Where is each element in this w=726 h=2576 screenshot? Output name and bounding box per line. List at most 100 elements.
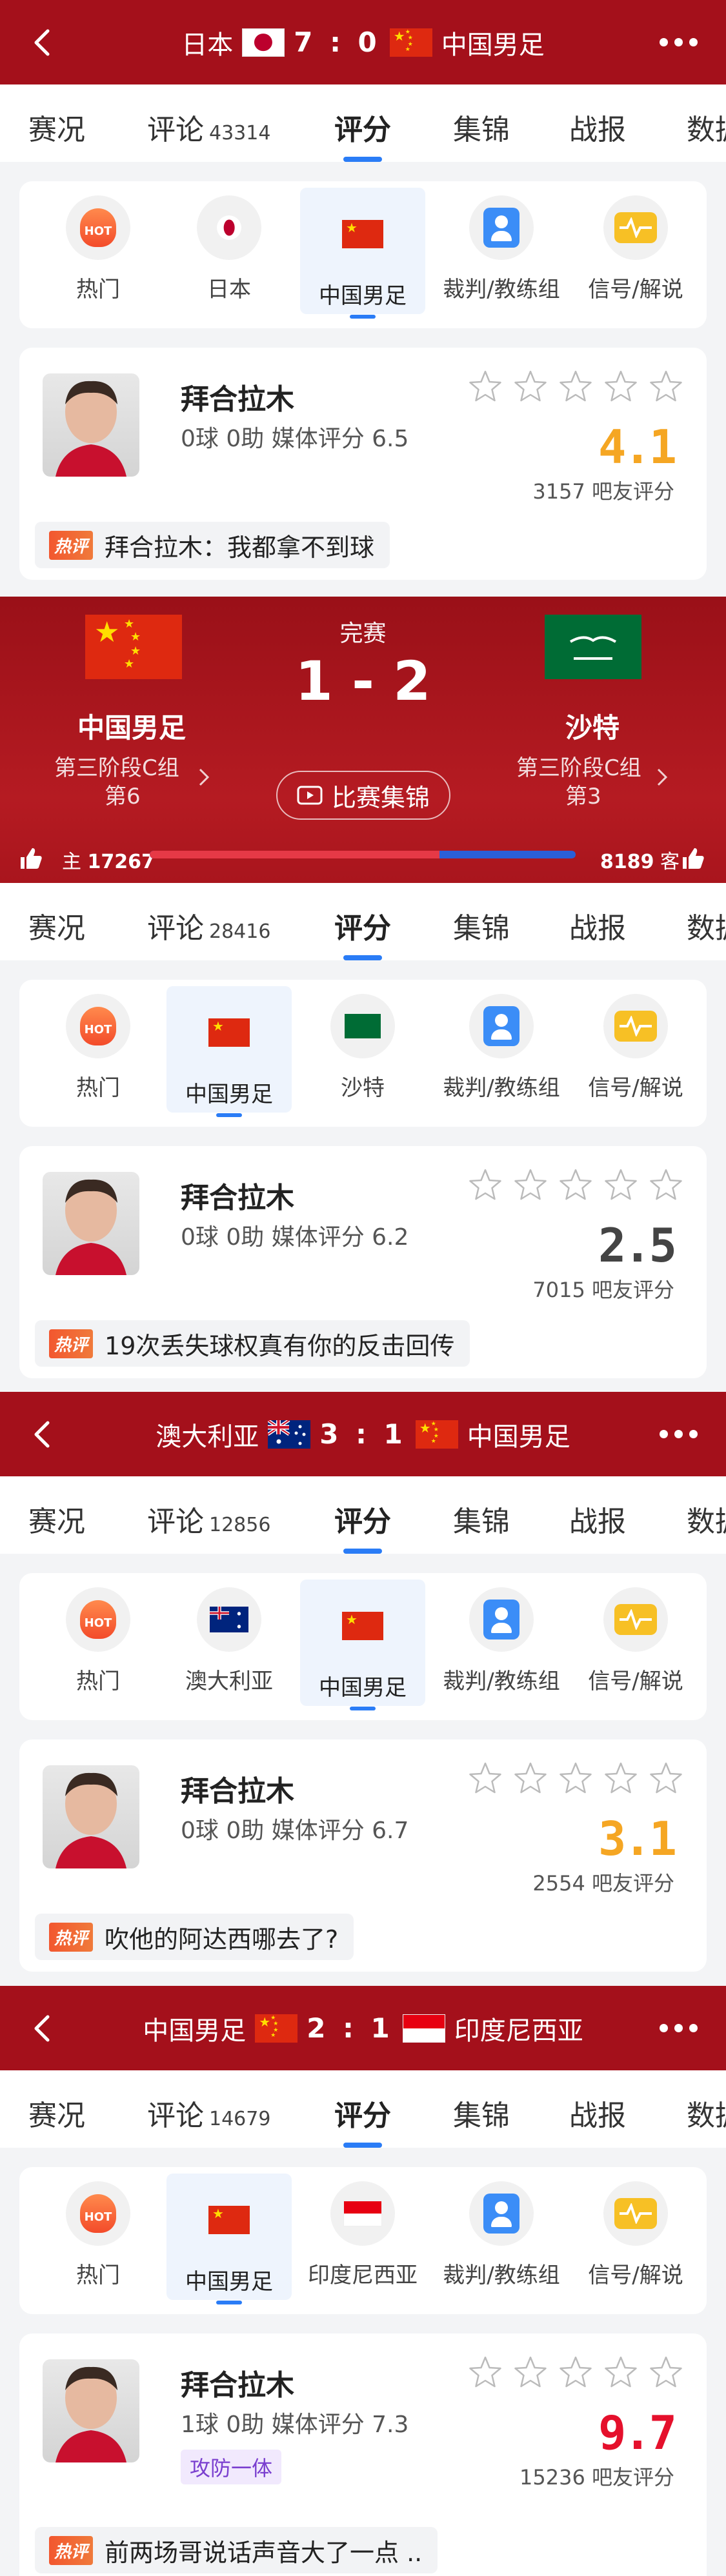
thumb-up-icon[interactable] [680,846,706,871]
star-icon[interactable] [558,1761,593,1795]
category-broadcast[interactable]: 信号/解说 [573,2167,698,2314]
home-team-stage[interactable]: 第三阶段C组 [54,750,179,782]
star-icon[interactable] [603,370,638,403]
category-china[interactable]: ★ 中国男足 [166,2174,292,2300]
star-icon[interactable] [649,370,683,403]
back-arrow-icon[interactable] [26,1416,62,1452]
star-icon[interactable] [603,2355,638,2389]
more-icon[interactable] [660,1424,698,1443]
tab-data[interactable]: 数据 [687,106,726,148]
back-arrow-icon[interactable] [26,2010,62,2046]
tab-report[interactable]: 战报 [569,1498,626,1540]
hot-comment[interactable]: 热评 拜合拉木：我都拿不到球 [35,522,390,568]
category-broadcast[interactable]: 信号/解说 [573,181,698,328]
star-icon[interactable] [513,1761,548,1795]
category-japan[interactable]: 日本 [166,181,292,328]
score: 7 : 0 [294,26,381,58]
star-icon[interactable] [513,2355,548,2389]
hot-comment[interactable]: 热评 前两场哥说话声音大了一点 .. [35,2527,438,2573]
tab-ratings[interactable]: 评分 [334,106,391,148]
tab-comments[interactable]: 评论 12856 [147,1498,270,1540]
category-broadcast[interactable]: 信号/解说 [573,980,698,1127]
away-team-stage[interactable]: 第三阶段C组 [516,750,641,782]
tab-live[interactable]: 赛况 [28,905,85,946]
tab-comments[interactable]: 评论 28416 [147,905,270,946]
star-icon[interactable] [468,2355,503,2389]
hot-comment-badge: 热评 [49,1329,94,1358]
star-icon[interactable] [513,370,548,403]
player-rating-card[interactable]: 拜合拉木 1球 0助 媒体评分 7.3 攻防一体 9.7 15236 吧友评分 … [19,2333,707,2576]
star-icon[interactable] [558,370,593,403]
tab-data[interactable]: 数据 [687,2092,726,2134]
tab-live[interactable]: 赛况 [28,2092,85,2134]
tab-ratings[interactable]: 评分 [334,2092,391,2134]
away-team-name: 中国男足 [467,1422,570,1452]
tab-data[interactable]: 数据 [687,905,726,946]
star-icon[interactable] [558,2355,593,2389]
player-rating-card[interactable]: 拜合拉木 0球 0助 媒体评分 6.2 2.5 7015 吧友评分 热评 19次丢… [19,1146,707,1378]
hot-comment[interactable]: 热评 19次丢失球权真有你的反击回传 [35,1320,470,1367]
category-china[interactable]: ★ 中国男足 [166,986,292,1113]
screen-china-saudi: 赛况 评论28416 评分 集锦 战报 数据 HOT热门 ★中国男足 沙特 裁判… [0,883,726,1392]
tab-highlights[interactable]: 集锦 [453,106,510,148]
star-icon[interactable] [649,1761,683,1795]
tab-report[interactable]: 战报 [569,2092,626,2134]
star-icon[interactable] [558,1168,593,1202]
star-rating-input[interactable] [468,1168,683,1202]
tab-data[interactable]: 数据 [687,1498,726,1540]
category-china[interactable]: ★ 中国男足 [300,188,425,314]
star-icon[interactable] [649,2355,683,2389]
player-rating-card[interactable]: 拜合拉木 0球 0助 媒体评分 6.7 3.1 2554 吧友评分 热评 吹他的阿… [19,1739,707,1972]
star-rating-input[interactable] [468,370,683,403]
thumb-up-icon[interactable] [18,846,44,871]
player-tag: 攻防一体 [181,2450,282,2484]
player-avatar [43,1172,139,1275]
match-banner: ★ ★ ★ ★ ★ 完赛 1 - 2 中国男足 第三阶段C组 第6 沙特 第三阶段C组 … [0,597,726,883]
tab-comments[interactable]: 评论 14679 [147,2092,270,2134]
star-icon[interactable] [468,1168,503,1202]
more-icon[interactable] [660,2018,698,2037]
tab-ratings[interactable]: 评分 [334,905,391,946]
star-icon[interactable] [603,1168,638,1202]
star-icon[interactable] [468,1761,503,1795]
tab-highlights[interactable]: 集锦 [453,2092,510,2134]
back-arrow-icon[interactable] [26,25,62,61]
player-rating-card[interactable]: 拜合拉木 0球 0助 媒体评分 6.5 4.1 3157 吧友评分 热评 拜合拉木… [19,348,707,580]
star-icon[interactable] [468,370,503,403]
category-australia[interactable]: 澳大利亚 [166,1573,292,1720]
tab-comments[interactable]: 评论 43314 [147,106,270,148]
category-hot[interactable]: HOT 热门 [35,181,161,328]
tab-report[interactable]: 战报 [569,905,626,946]
category-broadcast[interactable]: 信号/解说 [573,1573,698,1720]
category-indonesia[interactable]: 印度尼西亚 [300,2167,425,2314]
category-hot[interactable]: HOT 热门 [35,980,161,1127]
away-team-rank: 第3 [565,784,601,809]
tab-highlights[interactable]: 集锦 [453,905,510,946]
category-referee[interactable]: 裁判/教练组 [439,2167,564,2314]
category-saudi[interactable]: 沙特 [300,980,425,1127]
hot-comment[interactable]: 热评 吹他的阿达西哪去了? [35,1914,354,1960]
category-referee[interactable]: 裁判/教练组 [439,181,564,328]
category-china[interactable]: ★ 中国男足 [300,1580,425,1706]
star-rating-input[interactable] [468,1761,683,1795]
tab-ratings[interactable]: 评分 [334,1498,391,1540]
player-stats: 0球 0助 媒体评分 6.5 [181,426,409,452]
star-icon[interactable] [513,1168,548,1202]
category-hot[interactable]: HOT 热门 [35,2167,161,2314]
category-hot[interactable]: HOT 热门 [35,1573,161,1720]
away-team-name: 印度尼西亚 [454,2016,583,2046]
highlights-button[interactable]: 比赛集锦 [276,771,450,820]
star-icon[interactable] [649,1168,683,1202]
star-icon[interactable] [603,1761,638,1795]
more-icon[interactable] [660,32,698,52]
category-referee[interactable]: 裁判/教练组 [439,1573,564,1720]
star-rating-input[interactable] [468,2355,683,2389]
tab-live[interactable]: 赛况 [28,1498,85,1540]
china-flag-icon: ★ [342,220,383,248]
referee-icon [483,208,519,248]
match-header: 日本 7 : 0 ★ ★ ★ ★ ★ 中国男足 [0,0,726,84]
tab-highlights[interactable]: 集锦 [453,1498,510,1540]
tab-report[interactable]: 战报 [569,106,626,148]
category-referee[interactable]: 裁判/教练组 [439,980,564,1127]
tab-live[interactable]: 赛况 [28,106,85,148]
